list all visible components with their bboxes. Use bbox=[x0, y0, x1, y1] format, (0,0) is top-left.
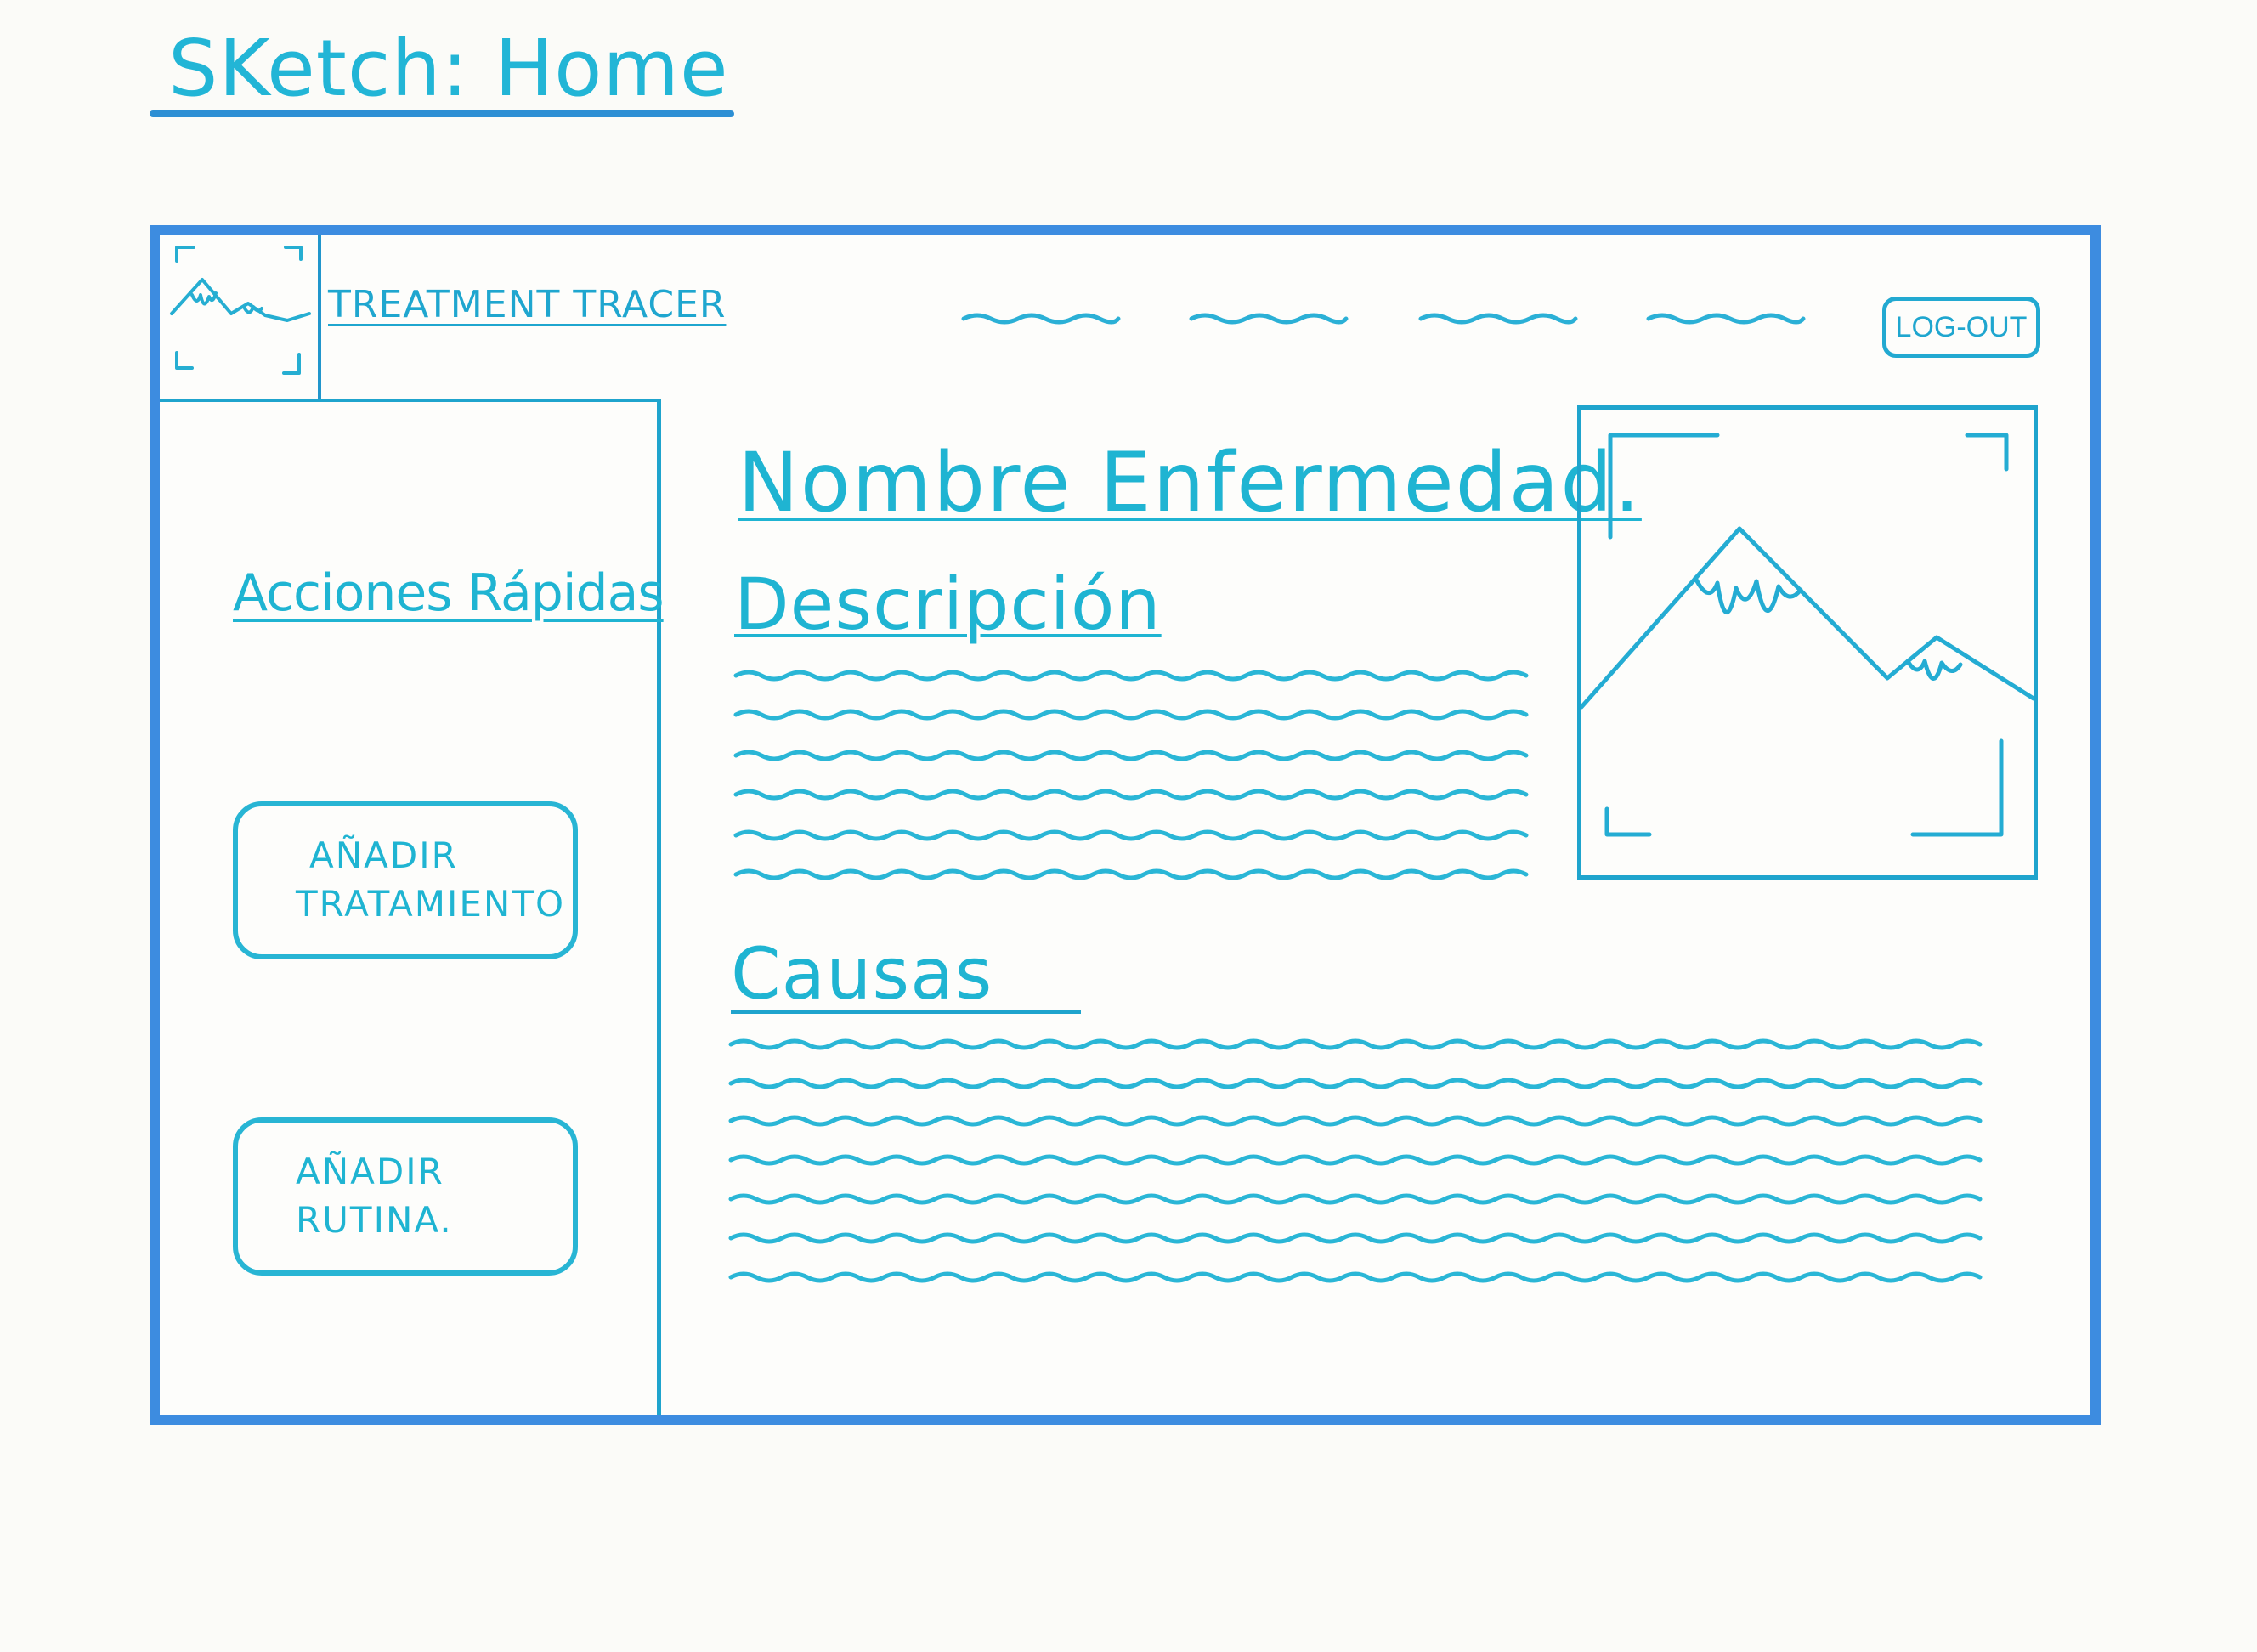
nav-item-2[interactable] bbox=[1188, 310, 1349, 327]
add-routine-label-line2: RUTINA. bbox=[296, 1199, 453, 1241]
sidebar: Acciones Rápidas AÑADIR TRATAMIENTO AÑAD… bbox=[160, 399, 665, 1415]
nav-item-3[interactable] bbox=[1417, 310, 1579, 327]
causes-heading: Causas bbox=[731, 932, 993, 1016]
disease-name-heading: Nombre Enfermedad. bbox=[738, 435, 1642, 530]
add-treatment-button[interactable]: AÑADIR TRATAMIENTO bbox=[233, 801, 578, 959]
description-heading: Descripción bbox=[734, 563, 1162, 646]
causes-heading-underline bbox=[731, 1010, 1081, 1014]
nav-item-1[interactable] bbox=[960, 310, 1122, 327]
mountain-image-icon bbox=[170, 246, 311, 375]
add-treatment-label-line1: AÑADIR bbox=[309, 834, 458, 877]
description-text bbox=[733, 670, 1529, 880]
causes-text bbox=[728, 1038, 1983, 1283]
nav-item-4[interactable] bbox=[1645, 310, 1807, 327]
logout-button[interactable]: LOG-OUT bbox=[1882, 297, 2040, 358]
add-treatment-label-line2: TRATAMIENTO bbox=[296, 883, 566, 925]
add-routine-label-line1: AÑADIR bbox=[296, 1151, 444, 1193]
sidebar-title: Acciones Rápidas bbox=[233, 563, 665, 623]
add-routine-button[interactable]: AÑADIR RUTINA. bbox=[233, 1117, 578, 1276]
sketch-title: SKetch: Home bbox=[168, 23, 729, 114]
sketch-title-underline bbox=[150, 110, 734, 117]
mountain-image-icon bbox=[1579, 433, 2036, 837]
app-window: TREATMENT TRACER LOG-OUT Acciones Rápida… bbox=[150, 225, 2101, 1425]
logo[interactable] bbox=[160, 235, 321, 402]
app-title[interactable]: TREATMENT TRACER bbox=[328, 283, 726, 326]
disease-image-placeholder bbox=[1577, 405, 2038, 880]
